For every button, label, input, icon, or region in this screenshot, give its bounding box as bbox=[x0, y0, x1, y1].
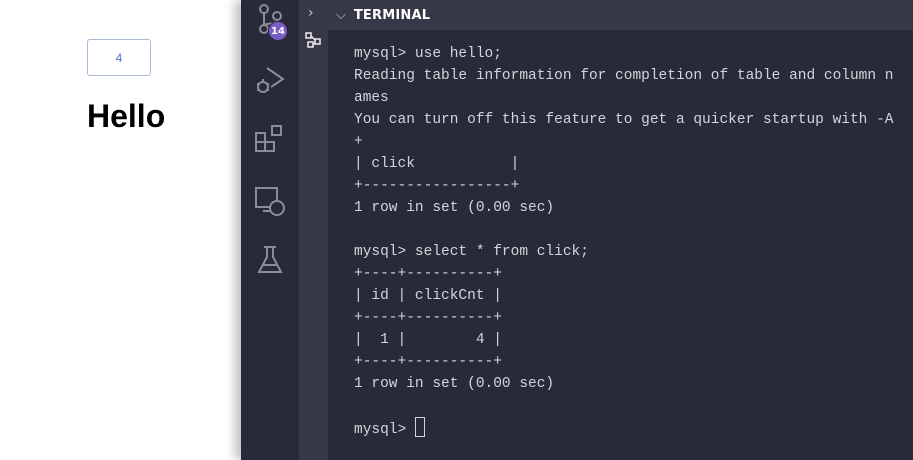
ports-icon[interactable] bbox=[304, 31, 322, 49]
sidebar-strip: › bbox=[299, 0, 328, 460]
terminal-line: +-----------------+ bbox=[354, 178, 520, 194]
remote-explorer-icon[interactable] bbox=[253, 184, 287, 218]
run-debug-icon[interactable] bbox=[253, 62, 287, 96]
terminal-line: mysql> select * from click; bbox=[354, 244, 589, 260]
terminal-title[interactable]: TERMINAL bbox=[354, 8, 430, 23]
source-control-badge: 14 bbox=[268, 21, 288, 41]
extensions-icon[interactable] bbox=[253, 122, 287, 156]
terminal-line: You can turn off this feature to get a q… bbox=[354, 112, 894, 128]
web-page: 4 Hello bbox=[0, 0, 241, 460]
terminal-header: ⌵ TERMINAL bbox=[328, 0, 913, 30]
terminal-line: 1 row in set (0.00 sec) bbox=[354, 200, 555, 216]
terminal-line: +----+----------+ bbox=[354, 310, 502, 326]
activity-bar bbox=[241, 0, 299, 460]
chevron-right-icon[interactable]: › bbox=[308, 5, 314, 21]
terminal-line: | click | bbox=[354, 156, 520, 172]
terminal-line: 1 row in set (0.00 sec) bbox=[354, 376, 555, 392]
terminal-line: | 1 | 4 | bbox=[354, 332, 502, 348]
terminal-cursor bbox=[414, 417, 425, 437]
terminal-line: ames bbox=[354, 90, 389, 106]
terminal-line: mysql> use hello; bbox=[354, 46, 502, 62]
terminal-line: | id | clickCnt | bbox=[354, 288, 502, 304]
chevron-down-icon[interactable]: ⌵ bbox=[336, 8, 346, 23]
terminal-line: + bbox=[354, 134, 363, 150]
terminal-line: Reading table information for completion… bbox=[354, 68, 894, 84]
terminal-line: mysql> bbox=[354, 417, 909, 441]
terminal-panel[interactable]: mysql> use hello; Reading table informati… bbox=[328, 0, 913, 460]
terminal-output[interactable]: mysql> use hello; Reading table informati… bbox=[354, 43, 909, 441]
terminal-line: +----+----------+ bbox=[354, 354, 502, 370]
terminal-line: +----+----------+ bbox=[354, 266, 502, 282]
page-heading: Hello bbox=[87, 98, 166, 134]
counter-button[interactable]: 4 bbox=[87, 39, 151, 76]
testing-flask-icon[interactable] bbox=[253, 243, 287, 277]
